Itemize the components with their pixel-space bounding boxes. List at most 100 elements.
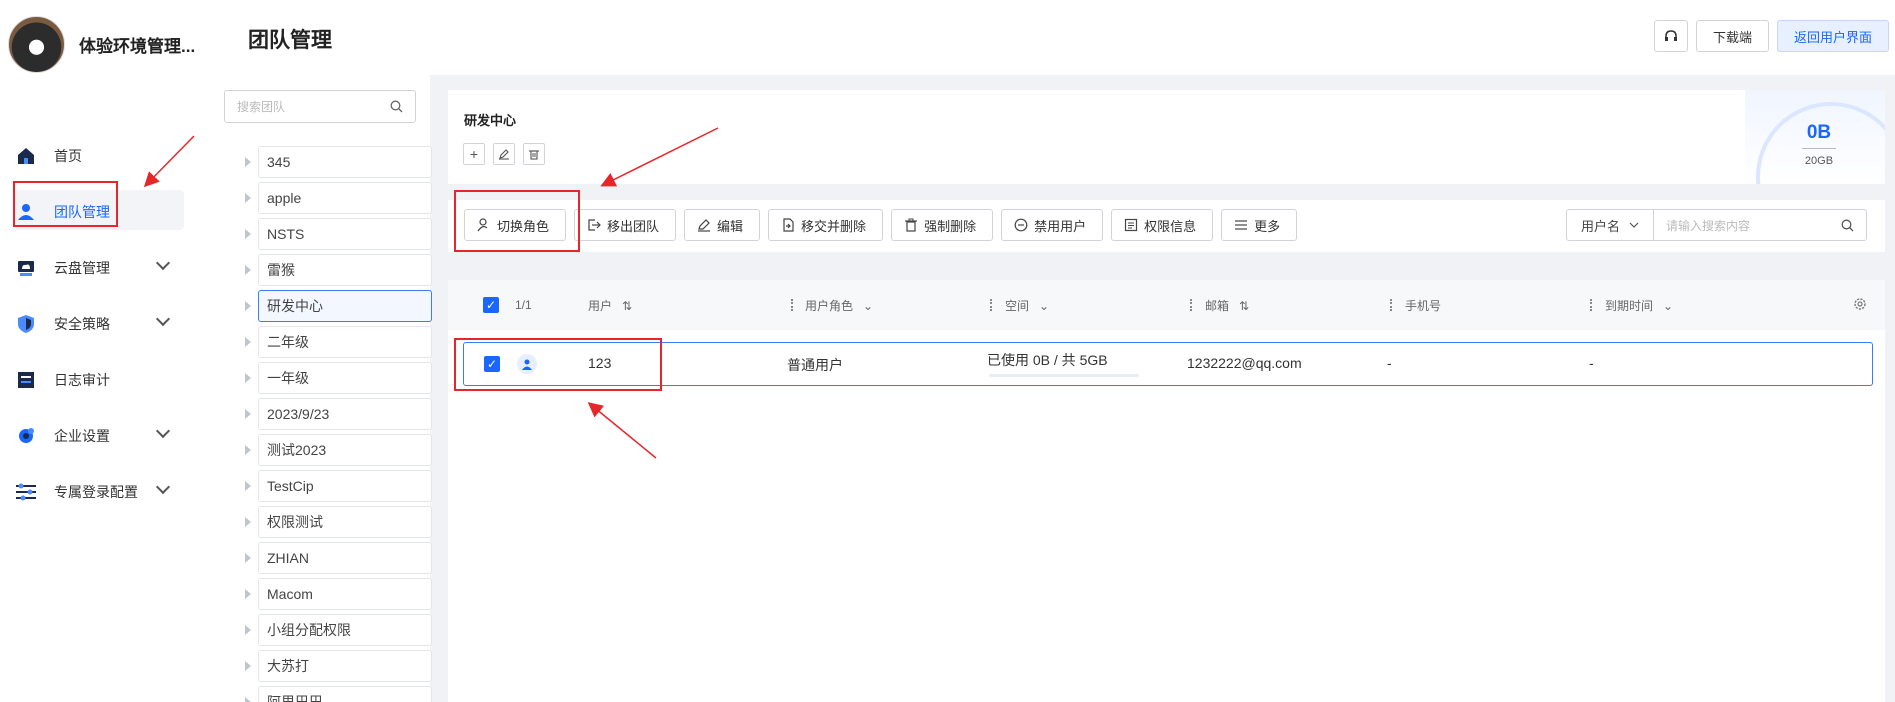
- sidebar-item-security[interactable]: 安全策略: [0, 296, 208, 352]
- team-item[interactable]: 二年级: [230, 326, 434, 358]
- team-item-label: TestCip: [258, 470, 432, 502]
- expand-arrow-icon[interactable]: [245, 373, 251, 383]
- team-item-label: 大苏打: [258, 650, 432, 682]
- expand-arrow-icon[interactable]: [245, 697, 251, 702]
- team-item[interactable]: 大苏打: [230, 650, 434, 682]
- col-space[interactable]: 空间 ⌄: [1005, 297, 1049, 314]
- sidebar-item-log[interactable]: 日志审计: [0, 352, 208, 408]
- expand-arrow-icon[interactable]: [245, 301, 251, 311]
- remove-from-team-button[interactable]: 移出团队: [574, 209, 677, 241]
- permission-info-button[interactable]: 权限信息: [1111, 209, 1214, 241]
- team-info-card: 研发中心 + 0B 20GB: [448, 90, 1885, 184]
- header: 团队管理 下载端 返回用户界面: [208, 0, 1895, 75]
- remove-team-icon: [587, 218, 601, 232]
- cloud-disk-icon: [14, 256, 38, 280]
- header-actions: 下载端 返回用户界面: [1653, 20, 1889, 52]
- table-row[interactable]: ✓ 123 普通用户 已使用 0B / 共 5GB 1232222@qq.com…: [463, 342, 1873, 386]
- storage-used: 0B: [1806, 122, 1832, 143]
- select-all: ✓ 1/1: [483, 297, 532, 313]
- delete-icon[interactable]: [523, 143, 545, 165]
- expand-arrow-icon[interactable]: [245, 337, 251, 347]
- sidebar-item-cloud[interactable]: 云盘管理: [0, 240, 208, 296]
- cell-phone: -: [1387, 355, 1392, 371]
- expand-arrow-icon[interactable]: [245, 553, 251, 563]
- back-to-user-button[interactable]: 返回用户界面: [1776, 20, 1889, 52]
- sidebar: 体验环境管理... 首页 团队管理 云盘管理 安全策略 日志审计 企业设置 专属…: [0, 0, 208, 702]
- team-item[interactable]: 权限测试: [230, 506, 434, 538]
- expand-arrow-icon[interactable]: [245, 229, 251, 239]
- expand-arrow-icon[interactable]: [245, 157, 251, 167]
- expand-arrow-icon[interactable]: [245, 661, 251, 671]
- team-item-label: 2023/9/23: [258, 398, 432, 430]
- avatar[interactable]: [8, 16, 65, 73]
- sort-icon[interactable]: ⇅: [622, 299, 632, 313]
- chevron-down-icon[interactable]: [155, 423, 171, 439]
- team-item[interactable]: 阿里巴巴: [230, 686, 434, 702]
- user-search-input[interactable]: 请输入搜索内容: [1654, 209, 1867, 241]
- sliders-icon: [14, 480, 38, 504]
- chevron-down-icon[interactable]: [155, 311, 171, 327]
- table-settings-icon[interactable]: [1853, 297, 1867, 311]
- team-list: 345 apple NSTS 雷猴研发中心二年级一年级 2023/9/23 测试2023 T…: [230, 146, 434, 702]
- more-button[interactable]: 更多: [1221, 209, 1298, 241]
- edit-icon[interactable]: [493, 143, 515, 165]
- chevron-down-icon[interactable]: ⌄: [1663, 299, 1673, 313]
- team-item[interactable]: 测试2023: [230, 434, 434, 466]
- team-item[interactable]: 研发中心: [230, 290, 434, 322]
- team-item[interactable]: Macom: [230, 578, 434, 610]
- team-search-input[interactable]: 搜索团队: [224, 90, 416, 123]
- col-expire[interactable]: 到期时间 ⌄: [1605, 297, 1673, 314]
- expand-arrow-icon[interactable]: [245, 409, 251, 419]
- chevron-down-icon[interactable]: [155, 479, 171, 495]
- col-email[interactable]: 邮箱 ⇅: [1205, 297, 1249, 314]
- transfer-icon: [781, 218, 795, 232]
- team-item[interactable]: apple: [230, 182, 434, 214]
- table-header: ✓ 1/1 用户 ⇅ 用户角色 ⌄ 空间 ⌄ 邮箱 ⇅ 手机号 到期时间 ⌄: [448, 280, 1885, 330]
- action-buttons: 切换角色 移出团队 编辑 移交并删除 强制删除 禁用用户 权限信息 更多: [464, 209, 1298, 241]
- user-icon: [14, 200, 38, 224]
- transfer-delete-button[interactable]: 移交并删除: [768, 209, 884, 241]
- add-icon[interactable]: +: [463, 143, 485, 165]
- expand-arrow-icon[interactable]: [245, 589, 251, 599]
- search-icon: [390, 100, 403, 113]
- cell-expire: -: [1589, 355, 1594, 371]
- expand-arrow-icon[interactable]: [245, 193, 251, 203]
- expand-arrow-icon[interactable]: [245, 517, 251, 527]
- expand-arrow-icon[interactable]: [245, 445, 251, 455]
- disable-user-button[interactable]: 禁用用户: [1001, 209, 1104, 241]
- edit-user-button[interactable]: 编辑: [684, 209, 761, 241]
- chevron-down-icon[interactable]: ⌄: [1039, 299, 1049, 313]
- team-item[interactable]: ZHIAN: [230, 542, 434, 574]
- sidebar-item-label: 日志审计: [54, 372, 110, 388]
- col-role[interactable]: 用户角色 ⌄: [805, 297, 873, 314]
- sidebar-item-home[interactable]: 首页: [0, 128, 208, 184]
- expand-arrow-icon[interactable]: [245, 265, 251, 275]
- select-all-checkbox[interactable]: ✓: [483, 297, 499, 313]
- col-phone[interactable]: 手机号: [1405, 297, 1441, 314]
- settings-gear-icon: [14, 424, 38, 448]
- chevron-down-icon[interactable]: [155, 255, 171, 271]
- team-item[interactable]: 小组分配权限: [230, 614, 434, 646]
- expand-arrow-icon[interactable]: [245, 625, 251, 635]
- cell-space: 已使用 0B / 共 5GB: [987, 352, 1108, 368]
- filter-field-select[interactable]: 用户名: [1566, 209, 1654, 241]
- headset-button[interactable]: [1653, 20, 1688, 52]
- team-item[interactable]: NSTS: [230, 218, 434, 250]
- col-user[interactable]: 用户 ⇅: [588, 297, 632, 314]
- sidebar-item-enterprise[interactable]: 企业设置: [0, 408, 208, 464]
- sort-icon[interactable]: ⇅: [1239, 299, 1249, 313]
- team-item[interactable]: 2023/9/23: [230, 398, 434, 430]
- team-item[interactable]: TestCip: [230, 470, 434, 502]
- sidebar-item-label: 安全策略: [54, 316, 110, 332]
- chevron-down-icon[interactable]: ⌄: [863, 299, 873, 313]
- sidebar-item-label: 首页: [54, 148, 82, 164]
- download-button[interactable]: 下载端: [1695, 20, 1769, 52]
- team-item-label: 测试2023: [258, 434, 432, 466]
- sidebar-item-login-config[interactable]: 专属登录配置: [0, 464, 208, 520]
- team-item[interactable]: 一年级: [230, 362, 434, 394]
- expand-arrow-icon[interactable]: [245, 481, 251, 491]
- force-delete-button[interactable]: 强制删除: [891, 209, 994, 241]
- team-item-label: Macom: [258, 578, 432, 610]
- team-item[interactable]: 雷猴: [230, 254, 434, 286]
- team-item[interactable]: 345: [230, 146, 434, 178]
